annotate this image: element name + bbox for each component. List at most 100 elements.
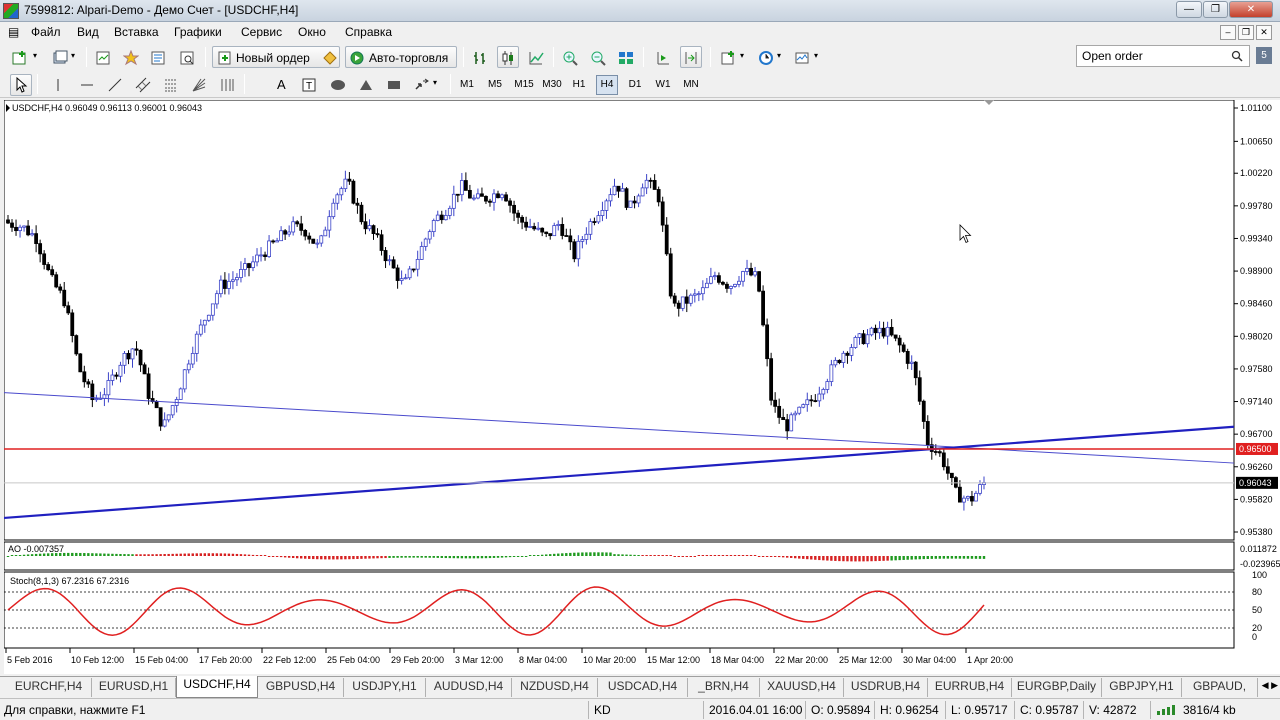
rectangle-button[interactable] xyxy=(383,74,405,96)
minimize-button[interactable]: — xyxy=(1176,1,1202,18)
chart-tab[interactable]: USDRUB,H4 xyxy=(844,678,928,697)
profiles-button[interactable]: ▾ xyxy=(48,46,80,68)
menu-charts[interactable]: Графики xyxy=(174,25,222,39)
title-bar: 7599812: Alpari-Demo - Демо Счет - [USDC… xyxy=(0,0,1280,22)
chart-tab[interactable]: XAUUSD,H4 xyxy=(760,678,844,697)
menu-view[interactable]: Вид xyxy=(77,25,99,39)
time-label: 8 Mar 04:00 xyxy=(519,655,567,665)
fibonacci-button[interactable] xyxy=(160,74,182,96)
chart-tab[interactable]: EURUSD,H1 xyxy=(92,678,176,697)
search-box[interactable] xyxy=(1076,45,1250,67)
timeframe-h1-button[interactable]: H1 xyxy=(568,75,590,95)
search-icon[interactable] xyxy=(1231,50,1243,62)
menu-tools[interactable]: Сервис xyxy=(241,25,282,39)
chart-tab[interactable]: GBPUSD,H4 xyxy=(258,678,344,697)
tab-scroll-arrows[interactable]: ◀ ▶ xyxy=(1262,680,1278,691)
community-icon[interactable]: 5 xyxy=(1256,47,1272,64)
navigator-button[interactable] xyxy=(120,46,142,68)
timeframe-d1-button[interactable]: D1 xyxy=(624,75,646,95)
candle-body xyxy=(484,195,488,202)
mdi-restore-button[interactable]: ❐ xyxy=(1238,25,1254,40)
arrows-button[interactable]: ▾ xyxy=(411,74,443,96)
timeframe-w1-button[interactable]: W1 xyxy=(652,75,674,95)
auto-trading-button[interactable]: Авто-торговля xyxy=(345,46,457,68)
candlestick-chart-button[interactable] xyxy=(497,46,519,68)
chart-window[interactable]: USDCHF,H4 0.96049 0.96113 0.96001 0.9604… xyxy=(4,100,1280,674)
chart-tab[interactable]: USDCHF,H4 xyxy=(176,676,258,698)
zoom-out-button[interactable] xyxy=(587,46,609,68)
candle-body xyxy=(110,374,115,381)
tile-windows-button[interactable] xyxy=(615,46,637,68)
chart-tab[interactable]: _BRN,H4 xyxy=(688,678,760,697)
ao-bar xyxy=(312,556,315,560)
ao-bar xyxy=(247,554,251,556)
close-button[interactable]: ✕ xyxy=(1229,1,1273,18)
chart-tab[interactable]: USDJPY,H1 xyxy=(344,678,426,697)
ao-bar xyxy=(304,556,307,559)
price-label: 0.98020 xyxy=(1240,331,1273,341)
candle-body xyxy=(431,220,436,233)
trendline-button[interactable] xyxy=(104,74,126,96)
timeframe-m1-button[interactable]: M1 xyxy=(456,75,478,95)
ellipse-button[interactable] xyxy=(327,74,349,96)
timeframe-m30-button[interactable]: M30 xyxy=(540,75,564,95)
candle-body xyxy=(411,268,416,271)
ao-bar xyxy=(38,553,42,556)
indicators-button[interactable]: ▾ xyxy=(716,46,750,68)
menu-icon[interactable]: ▤ xyxy=(8,25,19,39)
ao-bar xyxy=(942,556,946,559)
terminal-button[interactable] xyxy=(176,46,198,68)
ao-bar xyxy=(741,555,745,556)
menu-help[interactable]: Справка xyxy=(345,25,392,39)
gann-button[interactable] xyxy=(188,74,210,96)
stoch-level-label: 0 xyxy=(1252,632,1257,642)
data-window-button[interactable] xyxy=(147,46,169,68)
zoom-in-button[interactable] xyxy=(559,46,581,68)
ao-bar xyxy=(320,556,323,560)
ao-bar xyxy=(902,556,905,560)
timeframe-h4-button[interactable]: H4 xyxy=(596,75,618,95)
metaeditor-button[interactable] xyxy=(318,46,342,68)
search-input[interactable] xyxy=(1082,49,1222,63)
timeframe-mn-button[interactable]: MN xyxy=(680,75,702,95)
cycles-button[interactable] xyxy=(216,74,238,96)
menu-insert[interactable]: Вставка xyxy=(114,25,159,39)
horizontal-line-button[interactable] xyxy=(76,74,98,96)
equidistant-channel-button[interactable] xyxy=(132,74,154,96)
bar-chart-button[interactable] xyxy=(469,46,491,68)
cursor-button[interactable] xyxy=(10,74,32,96)
time-label: 29 Feb 20:00 xyxy=(391,655,444,665)
candle-body xyxy=(873,327,878,334)
market-watch-button[interactable] xyxy=(92,46,114,68)
chart-tab[interactable]: EURRUB,H4 xyxy=(928,678,1012,697)
periods-button[interactable]: ▾ xyxy=(754,46,786,68)
templates-button[interactable]: ▾ xyxy=(790,46,824,68)
menu-file[interactable]: Файл xyxy=(31,25,61,39)
mdi-close-button[interactable]: ✕ xyxy=(1256,25,1272,40)
chart-shift-button[interactable] xyxy=(680,46,702,68)
candle-body xyxy=(833,359,838,366)
chart-tab[interactable]: NZDUSD,H4 xyxy=(512,678,598,697)
vertical-line-button[interactable] xyxy=(47,74,69,96)
timeframe-m15-button[interactable]: M15 xyxy=(512,75,536,95)
chart-tab[interactable]: EURGBP,Daily xyxy=(1012,678,1102,697)
dropdown-arrow-icon: ▾ xyxy=(740,51,745,60)
menu-window[interactable]: Окно xyxy=(298,25,326,39)
candle-body xyxy=(190,353,195,365)
autoscroll-button[interactable] xyxy=(652,46,674,68)
chart-tab[interactable]: EURCHF,H4 xyxy=(6,678,92,697)
chart-tab[interactable]: USDCAD,H4 xyxy=(598,678,688,697)
ao-bar xyxy=(641,555,644,556)
maximize-button[interactable]: ❐ xyxy=(1203,1,1228,18)
line-chart-button[interactable] xyxy=(525,46,547,68)
chart-canvas[interactable]: USDCHF,H4 0.96049 0.96113 0.96001 0.9604… xyxy=(4,100,1280,674)
text-label-button[interactable]: T xyxy=(298,74,320,96)
chart-tab[interactable]: AUDUSD,H4 xyxy=(426,678,512,697)
triangle-button[interactable] xyxy=(355,74,377,96)
timeframe-m5-button[interactable]: M5 xyxy=(484,75,506,95)
mdi-minimize-button[interactable]: – xyxy=(1220,25,1236,40)
chart-tab[interactable]: GBPJPY,H1 xyxy=(1102,678,1182,697)
new-chart-button[interactable]: ▾ xyxy=(8,46,44,68)
chart-tab[interactable]: GBPAUD, xyxy=(1182,678,1258,697)
text-tool-button[interactable]: A xyxy=(270,74,292,96)
